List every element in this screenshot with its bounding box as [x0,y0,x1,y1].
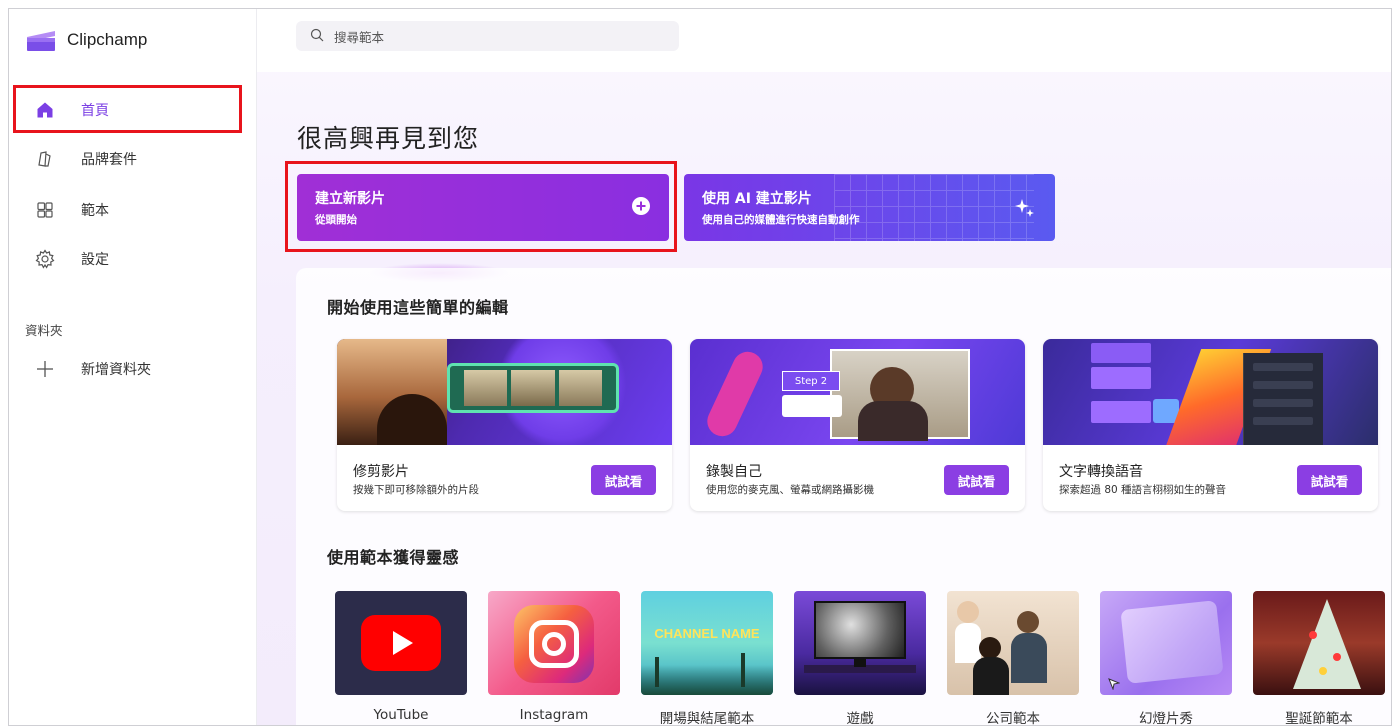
sidebar-item-brand-kit[interactable]: 品牌套件 [23,139,241,179]
search-placeholder: 搜尋範本 [334,29,385,45]
plus-circle-icon [631,196,651,220]
templates-icon [35,200,55,220]
trim-video-thumbnail [337,339,672,445]
sidebar-item-home[interactable]: 首頁 [23,90,241,130]
main-content: 搜尋範本 很高興再見到您 建立新影片 從頭開始 使用 AI 建立影片 使用自己的… [257,9,1391,725]
sidebar-item-label: 品牌套件 [81,152,137,168]
template-label: YouTube [373,707,429,723]
channel-name-text: CHANNEL NAME [654,626,760,641]
templates-title: 使用範本獲得靈感 [327,548,460,567]
quick-edit-desc: 探索超過 80 種語言栩栩如生的聲音 [1059,484,1227,496]
search-icon [310,28,324,45]
create-new-video-button[interactable]: 建立新影片 從頭開始 [297,174,669,241]
sidebar-item-label: 範本 [81,203,109,219]
template-label: 開場與結尾範本 [659,711,755,726]
sidebar: Clipchamp 首頁 品牌套件 範本 設定 資料夾 新增資料夾 [9,9,257,725]
clipchamp-logo-icon [25,27,57,53]
app-window: Clipchamp 首頁 品牌套件 範本 設定 資料夾 新增資料夾 搜尋範本 很… [8,8,1392,726]
try-button[interactable]: 試試看 [944,465,1009,495]
template-gaming[interactable]: 遊戲 [794,591,926,726]
quick-edit-title: 修剪影片 [353,464,409,480]
business-thumbnail [947,591,1079,695]
quick-edit-desc: 按幾下即可移除額外的片段 [353,484,479,496]
template-slideshow[interactable]: 幻燈片秀 [1100,591,1232,726]
template-youtube[interactable]: YouTube [335,591,467,723]
template-christmas[interactable]: 聖誕節範本 [1253,591,1385,726]
quick-edit-card-record[interactable]: Step 2 錄製自己 使用您的麥克風、螢幕或網路攝影機 試試看 [690,339,1025,511]
template-label: 幻燈片秀 [1139,711,1193,726]
quick-edits-title: 開始使用這些簡單的編輯 [327,298,509,317]
template-label: 遊戲 [846,711,874,726]
top-bar: 搜尋範本 [257,9,1391,72]
intro-outro-thumbnail: CHANNEL NAME [641,591,773,695]
template-intro-outro[interactable]: CHANNEL NAME 開場與結尾範本 [641,591,773,726]
create-ai-video-title: 使用 AI 建立影片 [702,191,812,207]
brand[interactable]: Clipchamp [25,27,147,53]
search-input[interactable]: 搜尋範本 [296,21,679,51]
gaming-thumbnail [794,591,926,695]
app-name: Clipchamp [67,30,148,49]
home-icon [35,100,55,120]
create-ai-video-button[interactable]: 使用 AI 建立影片 使用自己的媒體進行快速自動創作 [684,174,1055,241]
quick-edit-card-trim[interactable]: 修剪影片 按幾下即可移除額外的片段 試試看 [337,339,672,511]
template-label: 公司範本 [986,711,1040,726]
create-new-video-title: 建立新影片 [315,191,385,207]
template-business[interactable]: 公司範本 [947,591,1079,726]
try-button[interactable]: 試試看 [591,465,656,495]
new-folder-label: 新增資料夾 [81,362,151,378]
sparkle-icon [1013,196,1037,224]
create-ai-video-subtitle: 使用自己的媒體進行快速自動創作 [702,214,860,226]
sidebar-item-templates[interactable]: 範本 [23,190,241,230]
youtube-thumbnail [335,591,467,695]
gear-icon [35,249,55,269]
instagram-thumbnail [488,591,620,695]
slideshow-thumbnail [1100,591,1232,695]
record-yourself-thumbnail: Step 2 [690,339,1025,445]
sidebar-item-label: 首頁 [81,103,109,119]
folders-section-label: 資料夾 [25,323,63,338]
cursor-icon [1108,675,1121,691]
try-button[interactable]: 試試看 [1297,465,1362,495]
quick-edit-title: 文字轉換語音 [1059,464,1143,480]
step-label: Step 2 [782,371,840,391]
youtube-play-icon [393,631,413,655]
brand-kit-icon [35,149,55,169]
text-to-speech-thumbnail [1043,339,1378,445]
template-label: Instagram [519,707,589,723]
sidebar-item-settings[interactable]: 設定 [23,239,241,279]
quick-edit-title: 錄製自己 [706,464,762,480]
page-title: 很高興再見到您 [297,124,480,153]
quick-edit-card-tts[interactable]: 文字轉換語音 探索超過 80 種語言栩栩如生的聲音 試試看 [1043,339,1378,511]
new-folder-button[interactable]: 新增資料夾 [23,349,241,389]
sidebar-item-label: 設定 [81,252,109,268]
quick-edit-desc: 使用您的麥克風、螢幕或網路攝影機 [706,484,874,496]
create-new-video-subtitle: 從頭開始 [315,214,357,226]
template-instagram[interactable]: Instagram [488,591,620,723]
christmas-thumbnail [1253,591,1385,695]
plus-icon [35,359,55,379]
template-label: 聖誕節範本 [1285,711,1353,726]
